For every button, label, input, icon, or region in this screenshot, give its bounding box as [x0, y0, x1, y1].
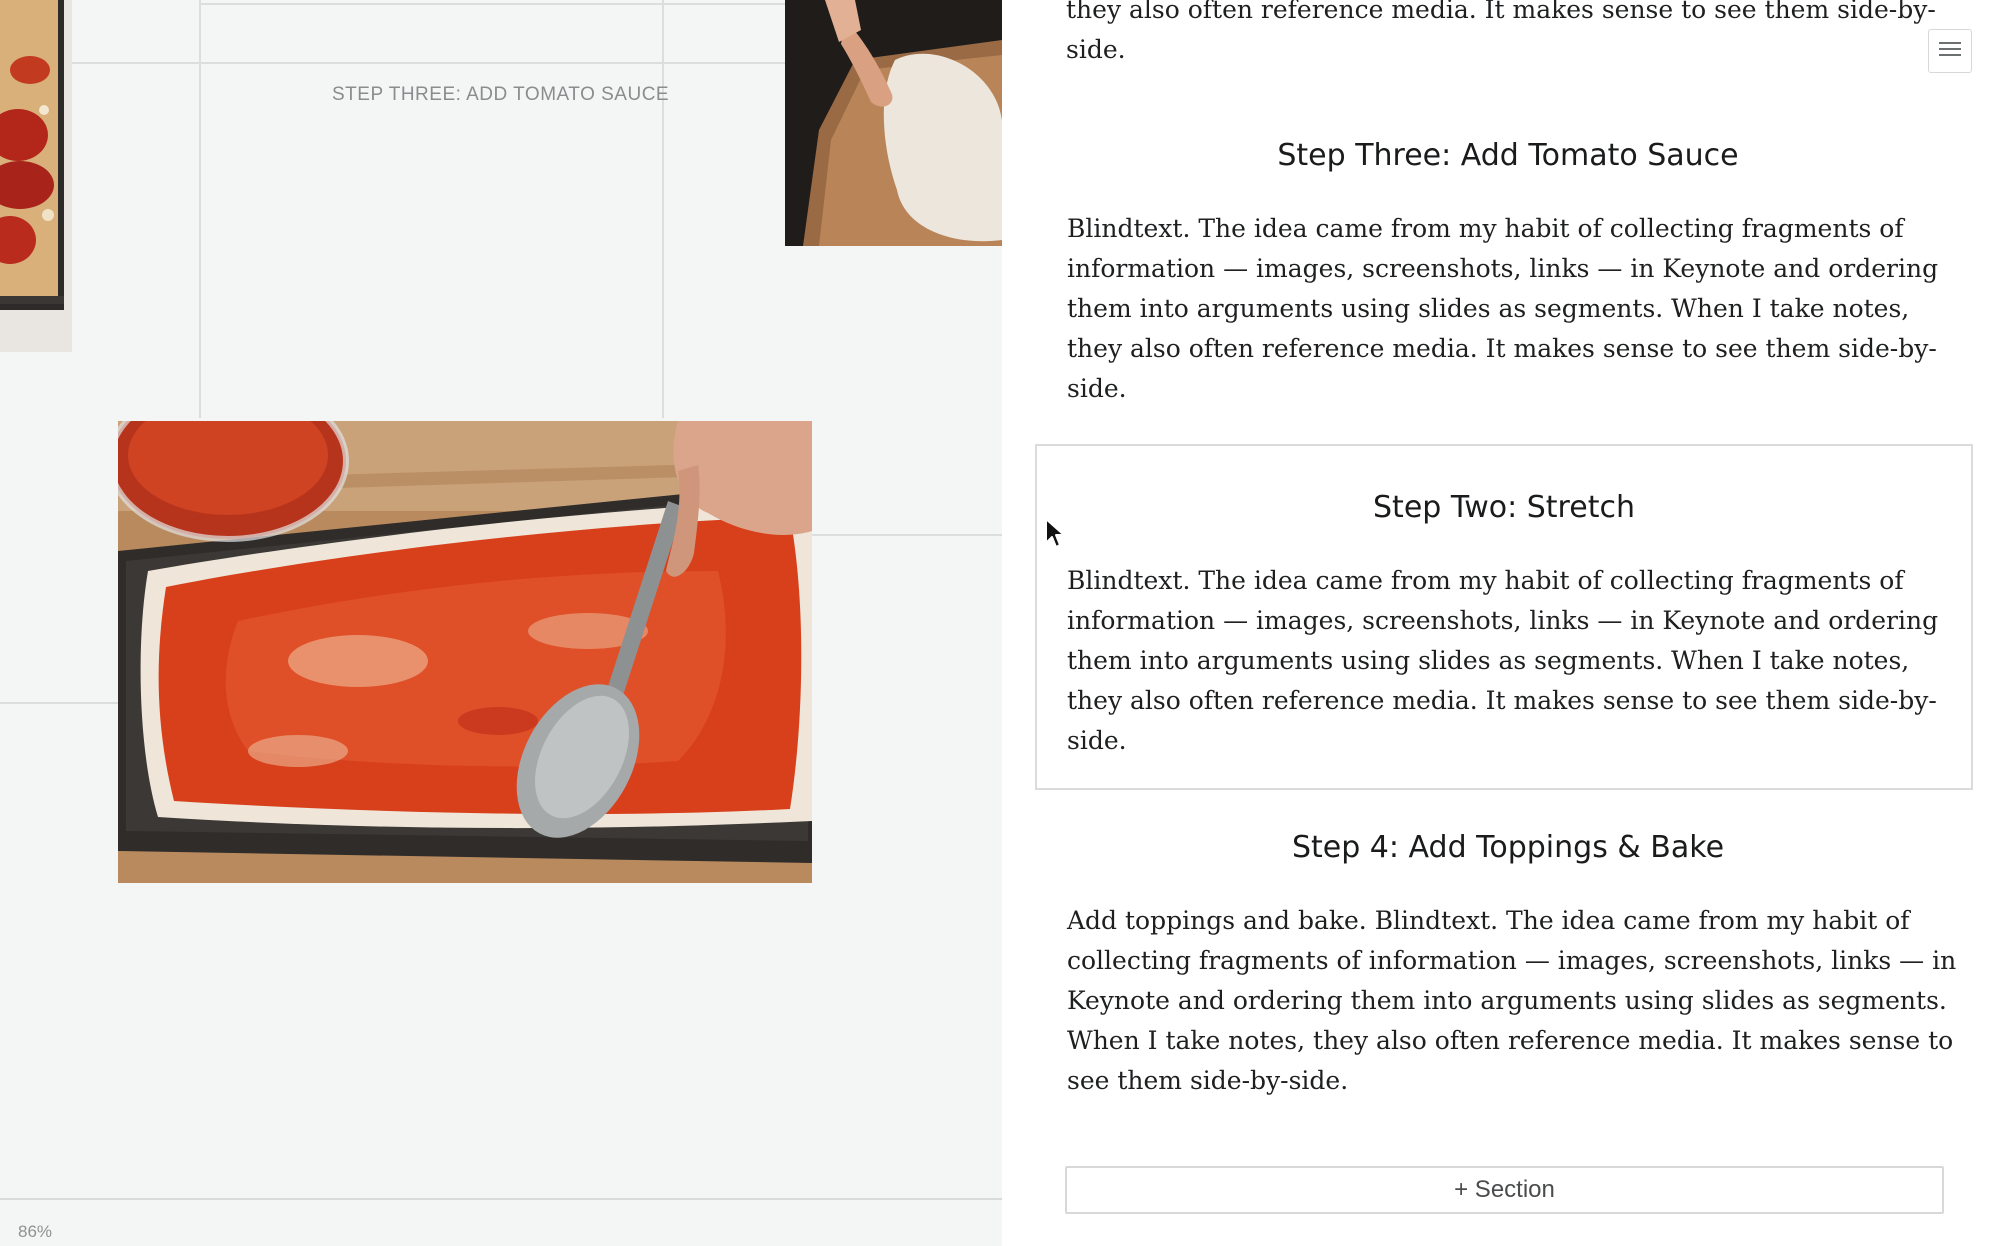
section-body[interactable]: Add toppings and bake. Blindtext. The id… [1067, 901, 1957, 1101]
canvas-slide-label: STEP THREE: ADD TOMATO SAUCE [332, 84, 670, 105]
hamburger-icon [1939, 41, 1961, 62]
pizza-photo-crop[interactable] [0, 0, 72, 352]
menu-button[interactable] [1928, 29, 1972, 73]
mouse-cursor-icon [1044, 517, 1066, 551]
zoom-level[interactable]: 86% [18, 1222, 52, 1242]
section-step-two-selected[interactable]: Step Two: Stretch Blindtext. The idea ca… [1035, 444, 1973, 790]
grid-line [199, 0, 201, 418]
section-step-three[interactable]: Step Three: Add Tomato Sauce Blindtext. … [1036, 138, 1980, 409]
grid-line [662, 0, 664, 418]
text-editor-panel[interactable]: they also often reference media. It make… [1002, 0, 2000, 1246]
section-body[interactable]: Blindtext. The idea came from my habit o… [1067, 209, 1957, 409]
tomato-sauce-photo[interactable] [118, 421, 812, 883]
dough-stretch-photo[interactable] [785, 0, 1002, 246]
section-heading[interactable]: Step Two: Stretch [1037, 490, 1971, 525]
canvas[interactable]: STEP THREE: ADD TOMATO SAUCE 86% [0, 0, 1002, 1246]
canvas-bottom-divider [0, 1198, 1002, 1200]
grid-line [200, 3, 786, 5]
grid-line [72, 62, 786, 64]
section-step-four[interactable]: Step 4: Add Toppings & Bake Add toppings… [1036, 830, 1980, 1101]
section-heading[interactable]: Step Three: Add Tomato Sauce [1036, 138, 1980, 173]
previous-section-text[interactable]: they also often reference media. It make… [1066, 0, 1966, 70]
section-heading[interactable]: Step 4: Add Toppings & Bake [1036, 830, 1980, 865]
add-section-button[interactable]: + Section [1065, 1166, 1944, 1214]
grid-line [810, 534, 1002, 536]
section-body[interactable]: Blindtext. The idea came from my habit o… [1067, 561, 1957, 761]
grid-line [0, 702, 118, 704]
